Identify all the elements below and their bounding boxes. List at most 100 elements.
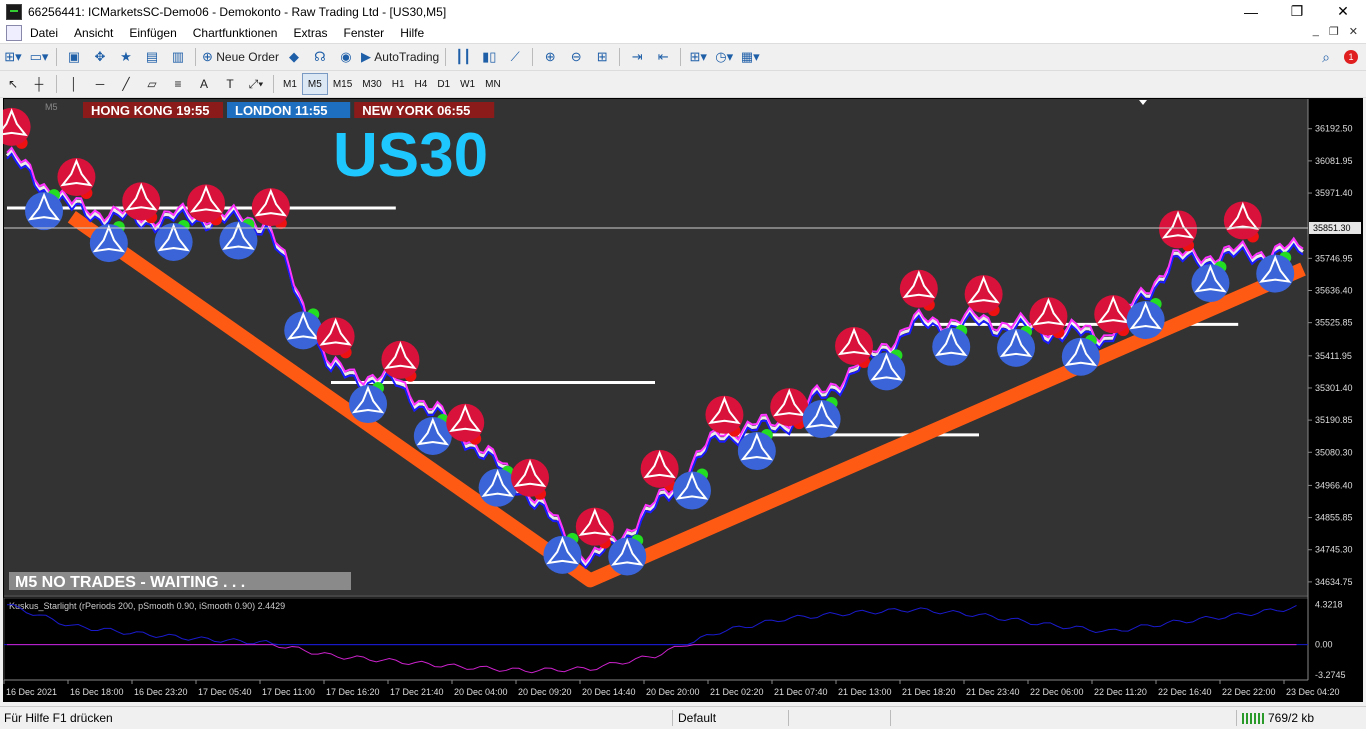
timeframe-m5[interactable]: M5 — [301, 73, 328, 95]
zoom-out-icon: ⊖ — [570, 49, 582, 64]
toolbar-separator — [56, 75, 57, 93]
crosshair-button[interactable]: ┼ — [28, 73, 50, 95]
timeframe-m15[interactable]: M15 — [328, 74, 357, 94]
status-profile: Default — [678, 711, 717, 725]
line-chart-icon: ⟋ — [510, 49, 520, 64]
document-icon[interactable] — [6, 25, 22, 41]
timeframe-h4[interactable]: H4 — [410, 74, 433, 94]
terminal-icon: ▤ — [145, 49, 159, 64]
cursor-button[interactable]: ↖ — [2, 73, 24, 95]
connection-bars-icon — [1242, 713, 1264, 725]
label-button[interactable]: T — [219, 73, 241, 95]
line-chart-button[interactable]: ⟋ — [504, 46, 526, 68]
title-bar: 66256441: ICMarketsSC-Demo06 - Demokonto… — [0, 0, 1366, 23]
vps-button[interactable]: ◉ — [335, 46, 357, 68]
mdi-minimize-icon[interactable]: _ — [1313, 25, 1319, 38]
zoom-out-button[interactable]: ⊖ — [565, 46, 587, 68]
timeframe-m30[interactable]: M30 — [357, 74, 386, 94]
timeframe-w1[interactable]: W1 — [455, 74, 480, 94]
signals-icon: ☊ — [314, 49, 326, 64]
terminal-button[interactable]: ▤ — [141, 46, 163, 68]
profiles-button[interactable]: ▭▾ — [28, 46, 50, 68]
price-tick-label: 36192.50 — [1315, 124, 1353, 134]
chart-shift-button[interactable]: ⇤ — [652, 46, 674, 68]
channel-icon: ▱ — [147, 77, 157, 91]
time-tick-label: 21 Dec 13:00 — [838, 687, 892, 697]
auto-scroll-icon: ⇥ — [631, 49, 643, 64]
sell-signal-icon — [316, 317, 355, 356]
chart-shift-icon: ⇤ — [657, 49, 669, 64]
autotrading-button[interactable]: ▶ AutoTrading — [361, 46, 439, 68]
text-button[interactable]: A — [193, 73, 215, 95]
auto-scroll-button[interactable]: ⇥ — [626, 46, 648, 68]
menu-ansicht[interactable]: Ansicht — [66, 26, 121, 40]
zoom-in-button[interactable]: ⊕ — [539, 46, 561, 68]
toolbar-right: ⌕ 1 — [1322, 49, 1358, 66]
horizontal-line-button[interactable]: ─ — [89, 73, 111, 95]
sell-signal-icon — [575, 507, 614, 546]
time-tick-label: 21 Dec 07:40 — [774, 687, 828, 697]
menu-extras[interactable]: Extras — [285, 26, 335, 40]
data-window-button[interactable]: ✥ — [89, 46, 111, 68]
new-chart-button[interactable]: ⊞▾ — [2, 46, 24, 68]
status-message: M5 NO TRADES - WAITING . . . — [15, 574, 245, 591]
market-watch-button[interactable]: ▣ — [63, 46, 85, 68]
chart-window[interactable]: 36192.50 36081.95 35971.40 35746.95 35636.40… — [0, 98, 1363, 702]
timeframe-d1[interactable]: D1 — [432, 74, 455, 94]
shapes-button[interactable]: ⤢▾ — [245, 73, 267, 95]
chart-svg[interactable]: 36192.50 36081.95 35971.40 35746.95 35636.40… — [0, 98, 1363, 702]
price-tick-label: 35190.85 — [1315, 415, 1353, 425]
menu-einfuegen[interactable]: Einfügen — [121, 26, 184, 40]
fibonacci-button[interactable]: ≡ — [167, 73, 189, 95]
window-controls: — ❐ ✕ — [1228, 0, 1366, 23]
menu-chartfunktionen[interactable]: Chartfunktionen — [185, 26, 286, 40]
horizontal-line-icon: ─ — [95, 77, 105, 91]
sell-signal-icon — [770, 388, 809, 427]
periods-button[interactable]: ◷▾ — [713, 46, 735, 68]
search-icon[interactable]: ⌕ — [1322, 49, 1330, 66]
menu-fenster[interactable]: Fenster — [336, 26, 393, 40]
buy-signal-icon — [802, 400, 841, 439]
time-tick-label: 17 Dec 05:40 — [198, 687, 252, 697]
buy-signal-icon — [89, 224, 128, 263]
price-tick-label: 34745.30 — [1315, 545, 1353, 555]
toolbar-separator — [195, 48, 196, 66]
menu-datei[interactable]: Datei — [22, 26, 66, 40]
price-tick-label: 34966.40 — [1315, 480, 1353, 490]
timeframe-h1[interactable]: H1 — [387, 74, 410, 94]
sell-signal-icon — [899, 269, 938, 308]
time-tick-label: 21 Dec 02:20 — [710, 687, 764, 697]
indicators-button[interactable]: ⊞▾ — [687, 46, 709, 68]
close-button[interactable]: ✕ — [1320, 0, 1366, 23]
timeframe-mn[interactable]: MN — [480, 74, 506, 94]
sell-signal-icon — [964, 275, 1003, 314]
vertical-line-button[interactable]: │ — [63, 73, 85, 95]
price-tick-label: 35301.40 — [1315, 383, 1353, 393]
buy-signal-icon — [932, 327, 971, 366]
signals-button[interactable]: ☊ — [309, 46, 331, 68]
bar-chart-button[interactable]: ┃┃ — [452, 46, 474, 68]
price-tick-label: 35080.30 — [1315, 447, 1353, 457]
mdi-controls: _ ❐ ✕ — [1313, 25, 1358, 38]
minimize-button[interactable]: — — [1228, 0, 1274, 23]
timeframe-m1[interactable]: M1 — [278, 74, 302, 94]
buy-signal-icon — [219, 221, 258, 260]
notification-badge[interactable]: 1 — [1344, 50, 1358, 64]
menu-hilfe[interactable]: Hilfe — [392, 26, 432, 40]
new-order-button[interactable]: ⊕ Neue Order — [202, 46, 279, 68]
mdi-close-icon[interactable]: ✕ — [1349, 25, 1358, 38]
templates-button[interactable]: ▦▾ — [739, 46, 761, 68]
trendline-button[interactable]: ╱ — [115, 73, 137, 95]
candlestick-button[interactable]: ▮▯ — [478, 46, 500, 68]
buy-signal-icon — [1191, 264, 1230, 303]
channel-button[interactable]: ▱ — [141, 73, 163, 95]
tile-windows-button[interactable]: ⊞ — [591, 46, 613, 68]
candlestick-icon: ▮▯ — [482, 49, 497, 64]
tester-button[interactable]: ▥ — [167, 46, 189, 68]
maximize-button[interactable]: ❐ — [1274, 0, 1320, 23]
time-tick-label: 16 Dec 23:20 — [134, 687, 188, 697]
navigator-button[interactable]: ★ — [115, 46, 137, 68]
metaeditor-button[interactable]: ◆ — [283, 46, 305, 68]
mdi-restore-icon[interactable]: ❐ — [1329, 25, 1339, 38]
symbol-title: US30 — [333, 121, 488, 190]
